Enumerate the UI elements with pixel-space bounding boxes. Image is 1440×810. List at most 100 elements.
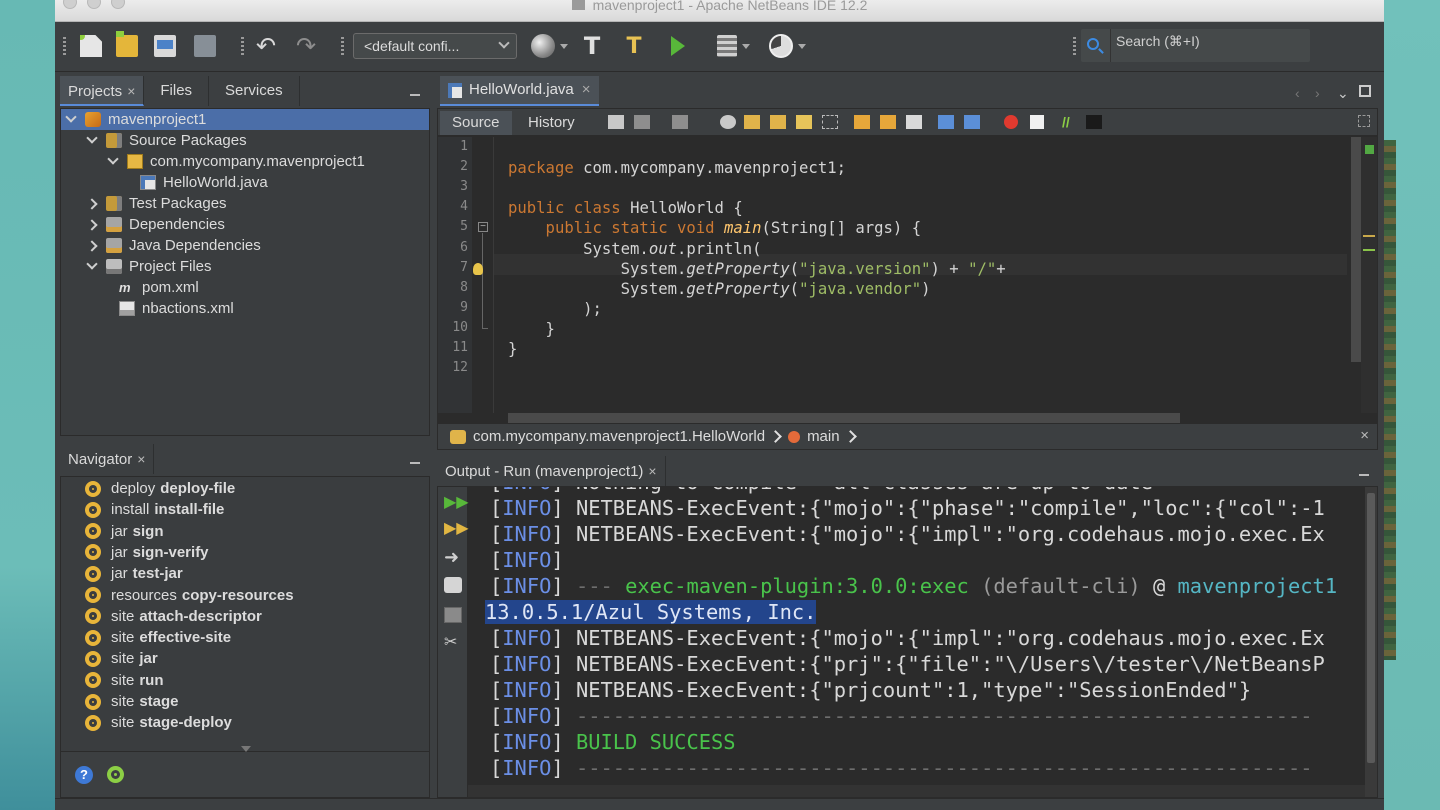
navigator-goal-item[interactable]: site run [85, 670, 164, 691]
scrollbar-thumb[interactable] [1367, 493, 1375, 763]
chevron-down-icon[interactable]: ⌄ [1337, 85, 1349, 102]
chevron-right-icon[interactable] [86, 239, 98, 252]
undo-button[interactable]: ↶ [251, 32, 281, 60]
configuration-combo[interactable]: <default confi... [353, 33, 517, 59]
forward-icon[interactable] [672, 115, 688, 129]
split-editor-icon[interactable] [1358, 115, 1370, 127]
warning-marker[interactable] [1363, 235, 1375, 237]
toolbar-grip[interactable] [241, 37, 244, 55]
build-button[interactable]: T [577, 32, 607, 60]
tab-history[interactable]: History [516, 111, 587, 135]
rerun-icon[interactable]: ▶▶ [444, 495, 469, 511]
fold-collapse-icon[interactable]: − [478, 222, 488, 232]
navigator-goal-item[interactable]: install install-file [85, 499, 224, 520]
navigator-goal-item[interactable]: resources copy-resources [85, 585, 294, 606]
arrow-right-icon[interactable]: ➜ [444, 548, 462, 566]
navigator-goal-item[interactable]: site attach-descriptor [85, 606, 262, 627]
search-input[interactable]: Search (⌘+I) [1081, 29, 1310, 62]
tree-item[interactable]: Java Dependencies [61, 235, 429, 256]
breadcrumb-method[interactable]: main [807, 428, 840, 445]
output-settings-icon[interactable] [444, 577, 462, 593]
profile-button[interactable] [765, 32, 809, 60]
navigator-goal-item[interactable]: deploy deploy-file [85, 478, 235, 499]
chevron-down-icon[interactable] [86, 258, 98, 270]
maximize-icon[interactable] [1359, 85, 1371, 97]
stop-macro-icon[interactable] [1030, 115, 1044, 129]
chevron-right-icon[interactable] [86, 218, 98, 231]
chevron-left-icon[interactable]: ‹ [1295, 85, 1300, 101]
tab-services[interactable]: Services [209, 76, 300, 106]
open-project-button[interactable] [151, 32, 179, 60]
comment-icon[interactable]: // [1062, 115, 1078, 129]
hint-lightbulb-icon[interactable] [473, 263, 483, 275]
minimize-panel-button[interactable] [1359, 474, 1369, 476]
start-macro-icon[interactable] [1004, 115, 1018, 129]
shift-left-icon[interactable] [938, 115, 954, 129]
tab-source[interactable]: Source [440, 111, 512, 135]
close-icon[interactable]: × [127, 83, 135, 99]
tree-item[interactable]: Source Packages [61, 130, 429, 151]
chevron-right-icon[interactable]: › [1315, 85, 1320, 101]
gear-icon[interactable] [107, 766, 124, 783]
uncomment-icon[interactable] [1086, 115, 1102, 129]
rerun-with-options-icon[interactable]: ▶▶ [444, 521, 469, 537]
close-icon[interactable]: × [648, 463, 656, 479]
find-icon[interactable] [720, 115, 736, 129]
run-button[interactable] [663, 32, 693, 60]
output-text[interactable]: [INFO] Nothing to compile - all classes … [485, 487, 1363, 797]
error-stripe[interactable] [1361, 137, 1377, 413]
tree-item[interactable]: mavenproject1 [61, 109, 429, 130]
save-all-button[interactable] [191, 32, 219, 60]
redo-button[interactable]: ↷ [291, 32, 321, 60]
toolbar-grip[interactable] [63, 37, 66, 55]
toggle-rect-selection-icon[interactable] [822, 115, 838, 129]
clean-build-button[interactable]: T [617, 32, 651, 60]
last-edit-icon[interactable] [608, 115, 624, 129]
output-horizontal-scrollbar[interactable] [468, 785, 1365, 797]
navigator-goal-item[interactable]: jar sign [85, 521, 164, 542]
code-area[interactable]: package com.mycompany.mavenproject1; publ… [508, 137, 1347, 413]
tab-output-run[interactable]: Output - Run (mavenproject1) × [437, 456, 666, 486]
tree-item[interactable]: Test Packages [61, 193, 429, 214]
chevron-down-icon[interactable] [65, 111, 77, 123]
tab-helloworld-java[interactable]: HelloWorld.java × [440, 76, 599, 106]
toolbar-grip[interactable] [341, 37, 344, 55]
navigator-goal-item[interactable]: site stage [85, 691, 179, 712]
tab-navigator[interactable]: Navigator × [60, 444, 155, 474]
resize-handle-icon[interactable] [241, 746, 251, 752]
find-next-icon[interactable] [770, 115, 786, 129]
minimize-panel-button[interactable] [410, 462, 420, 464]
close-icon[interactable]: × [137, 451, 145, 467]
browser-button[interactable] [529, 32, 569, 60]
next-bookmark-icon[interactable] [880, 115, 896, 129]
navigator-goal-item[interactable]: jar test-jar [85, 563, 183, 584]
navigator-goal-item[interactable]: site jar [85, 648, 158, 669]
find-previous-icon[interactable] [744, 115, 760, 129]
navigator-goal-item[interactable]: jar sign-verify [85, 542, 209, 563]
back-icon[interactable] [634, 115, 650, 129]
navigator-goal-item[interactable]: site effective-site [85, 627, 231, 648]
toggle-highlight-icon[interactable] [796, 115, 812, 129]
editor-horizontal-scrollbar[interactable] [508, 413, 1180, 423]
output-vertical-scrollbar[interactable] [1365, 487, 1377, 797]
minimize-panel-button[interactable] [410, 94, 420, 96]
new-project-button[interactable] [113, 31, 141, 60]
close-icon[interactable]: × [582, 75, 591, 105]
tree-item[interactable]: HelloWorld.java [61, 172, 429, 193]
tab-files[interactable]: Files [144, 76, 210, 106]
navigator-goal-item[interactable]: site stage-deploy [85, 712, 232, 733]
chevron-down-icon[interactable] [107, 153, 119, 165]
tree-item[interactable]: m pom.xml [61, 277, 429, 298]
prev-bookmark-icon[interactable] [854, 115, 870, 129]
wrench-icon[interactable]: ✂ [444, 635, 462, 651]
debug-button[interactable] [711, 32, 755, 60]
hint-marker[interactable] [1363, 249, 1375, 251]
tree-item[interactable]: com.mycompany.mavenproject1 [61, 151, 429, 172]
tab-projects[interactable]: Projects × [60, 76, 145, 106]
toolbar-grip[interactable] [1073, 37, 1076, 55]
chevron-right-icon[interactable] [86, 197, 98, 210]
toggle-bookmark-icon[interactable] [906, 115, 922, 129]
tree-item[interactable]: Project Files [61, 256, 429, 277]
tree-item[interactable]: Dependencies [61, 214, 429, 235]
new-file-button[interactable] [77, 32, 105, 60]
